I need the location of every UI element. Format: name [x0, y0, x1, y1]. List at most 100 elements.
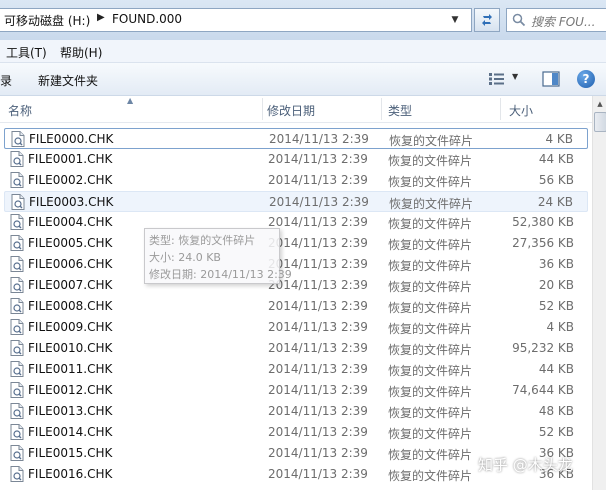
file-date: 2014/11/13 2:39	[269, 132, 369, 146]
file-row[interactable]: FILE0002.CHK 2014/11/13 2:39 恢复的文件碎片 56 …	[4, 170, 588, 191]
file-date: 2014/11/13 2:39	[268, 383, 368, 397]
column-name[interactable]: 名称	[0, 96, 262, 122]
file-name: FILE0016.CHK	[28, 467, 113, 481]
file-size: 52 KB	[538, 425, 574, 439]
file-date: 2014/11/13 2:39	[268, 320, 368, 334]
chk-file-icon	[11, 131, 25, 147]
chk-file-icon	[10, 151, 24, 167]
column-type-label: 类型	[388, 104, 413, 118]
command-partial-item[interactable]: 录	[0, 72, 12, 89]
search-input[interactable]: 搜索 FOU...	[506, 8, 606, 32]
file-type: 恢复的文件碎片	[389, 134, 474, 148]
view-options-icon[interactable]	[488, 72, 506, 86]
file-type: 恢复的文件碎片	[388, 217, 473, 231]
file-name: FILE0004.CHK	[28, 215, 113, 229]
file-type: 恢复的文件碎片	[388, 427, 473, 441]
scroll-up-icon[interactable]: ▲	[593, 96, 606, 112]
file-row[interactable]: FILE0007.CHK 2014/11/13 2:39 恢复的文件碎片 20 …	[4, 275, 588, 296]
menu-bar: 工具(T) 帮助(H)	[0, 40, 606, 63]
file-name: FILE0005.CHK	[28, 236, 113, 250]
refresh-icon	[482, 14, 492, 26]
file-row[interactable]: FILE0004.CHK 2014/11/13 2:39 恢复的文件碎片 52,…	[4, 212, 588, 233]
file-name: FILE0011.CHK	[28, 362, 113, 376]
chk-file-icon	[10, 214, 24, 230]
file-type: 恢复的文件碎片	[388, 154, 473, 168]
file-size: 44 KB	[538, 362, 574, 376]
command-bar: 录 新建文件夹 ▼ ?	[0, 63, 606, 96]
file-row[interactable]: FILE0009.CHK 2014/11/13 2:39 恢复的文件碎片 4 K…	[4, 317, 588, 338]
chk-file-icon	[10, 382, 24, 398]
help-icon[interactable]: ?	[577, 70, 595, 88]
file-type: 恢复的文件碎片	[388, 448, 473, 462]
address-dropdown-icon[interactable]: ▼	[440, 9, 470, 31]
file-type: 恢复的文件碎片	[388, 259, 473, 273]
file-date: 2014/11/13 2:39	[268, 152, 368, 166]
menu-help[interactable]: 帮助(H)	[60, 44, 102, 61]
file-row[interactable]: FILE0013.CHK 2014/11/13 2:39 恢复的文件碎片 48 …	[4, 401, 588, 422]
file-size: 52 KB	[538, 299, 574, 313]
file-row[interactable]: FILE0006.CHK 2014/11/13 2:39 恢复的文件碎片 36 …	[4, 254, 588, 275]
file-row[interactable]: FILE0010.CHK 2014/11/13 2:39 恢复的文件碎片 95,…	[4, 338, 588, 359]
file-row[interactable]: FILE0001.CHK 2014/11/13 2:39 恢复的文件碎片 44 …	[4, 149, 588, 170]
file-type: 恢复的文件碎片	[388, 238, 473, 252]
file-row[interactable]: FILE0005.CHK 2014/11/13 2:39 恢复的文件碎片 27,…	[4, 233, 588, 254]
chk-file-icon	[10, 172, 24, 188]
breadcrumb-separator-icon[interactable]: ▶	[97, 12, 105, 23]
file-date: 2014/11/13 2:39	[268, 173, 368, 187]
file-row[interactable]: FILE0014.CHK 2014/11/13 2:39 恢复的文件碎片 52 …	[4, 422, 588, 443]
file-date: 2014/11/13 2:39	[268, 404, 368, 418]
file-row[interactable]: FILE0011.CHK 2014/11/13 2:39 恢复的文件碎片 44 …	[4, 359, 588, 380]
file-type: 恢复的文件碎片	[389, 197, 474, 211]
file-name: FILE0009.CHK	[28, 320, 113, 334]
breadcrumb-folder[interactable]: FOUND.000	[112, 12, 182, 26]
chk-file-icon	[10, 235, 24, 251]
file-name: FILE0010.CHK	[28, 341, 113, 355]
file-size: 52,380 KB	[512, 215, 574, 229]
file-type: 恢复的文件碎片	[388, 385, 473, 399]
file-size: 20 KB	[538, 278, 574, 292]
file-name: FILE0012.CHK	[28, 383, 113, 397]
chk-file-icon	[10, 319, 24, 335]
column-modified[interactable]: 修改日期	[263, 96, 381, 122]
file-date: 2014/11/13 2:39	[269, 195, 369, 209]
file-name: FILE0007.CHK	[28, 278, 113, 292]
file-name: FILE0013.CHK	[28, 404, 113, 418]
breadcrumb-drive[interactable]: 可移动磁盘 (H:)	[4, 12, 90, 29]
column-type[interactable]: 类型	[382, 96, 500, 122]
menu-tools[interactable]: 工具(T)	[6, 44, 47, 61]
file-name: FILE0014.CHK	[28, 425, 113, 439]
view-dropdown-icon[interactable]: ▼	[512, 72, 518, 81]
file-name: FILE0015.CHK	[28, 446, 113, 460]
chk-file-icon	[11, 194, 25, 210]
preview-pane-icon[interactable]	[542, 71, 560, 87]
tooltip-type: 类型: 恢复的文件碎片	[149, 234, 256, 247]
column-header: ▲ 名称 修改日期 类型 大小	[0, 96, 592, 123]
file-row[interactable]: FILE0000.CHK 2014/11/13 2:39 恢复的文件碎片 4 K…	[4, 128, 588, 149]
file-row[interactable]: FILE0003.CHK 2014/11/13 2:39 恢复的文件碎片 24 …	[4, 191, 588, 212]
refresh-button[interactable]	[474, 8, 500, 32]
column-size[interactable]: 大小	[501, 96, 592, 122]
vertical-scrollbar[interactable]: ▲	[592, 96, 606, 490]
address-bar-area: 可移动磁盘 (H:) ▶ FOUND.000 ▼ 搜索 FOU...	[0, 0, 606, 40]
file-type: 恢复的文件碎片	[388, 322, 473, 336]
search-icon	[512, 13, 526, 27]
file-size: 48 KB	[538, 404, 574, 418]
file-type: 恢复的文件碎片	[388, 301, 473, 315]
file-row[interactable]: FILE0008.CHK 2014/11/13 2:39 恢复的文件碎片 52 …	[4, 296, 588, 317]
chk-file-icon	[10, 466, 24, 482]
scroll-thumb[interactable]	[594, 112, 606, 132]
file-size: 27,356 KB	[512, 236, 574, 250]
file-size: 4 KB	[546, 320, 574, 334]
file-date: 2014/11/13 2:39	[268, 299, 368, 313]
file-date: 2014/11/13 2:39	[268, 446, 368, 460]
address-bar[interactable]: 可移动磁盘 (H:) ▶ FOUND.000 ▼	[0, 8, 472, 32]
file-name: FILE0001.CHK	[28, 152, 113, 166]
file-size: 74,644 KB	[512, 383, 574, 397]
chk-file-icon	[10, 403, 24, 419]
file-type: 恢复的文件碎片	[388, 175, 473, 189]
new-folder-button[interactable]: 新建文件夹	[38, 72, 98, 89]
explorer-window: 可移动磁盘 (H:) ▶ FOUND.000 ▼ 搜索 FOU... 工具(T)…	[0, 0, 606, 490]
search-placeholder: 搜索 FOU...	[531, 15, 596, 29]
file-row[interactable]: FILE0012.CHK 2014/11/13 2:39 恢复的文件碎片 74,…	[4, 380, 588, 401]
file-type: 恢复的文件碎片	[388, 364, 473, 378]
